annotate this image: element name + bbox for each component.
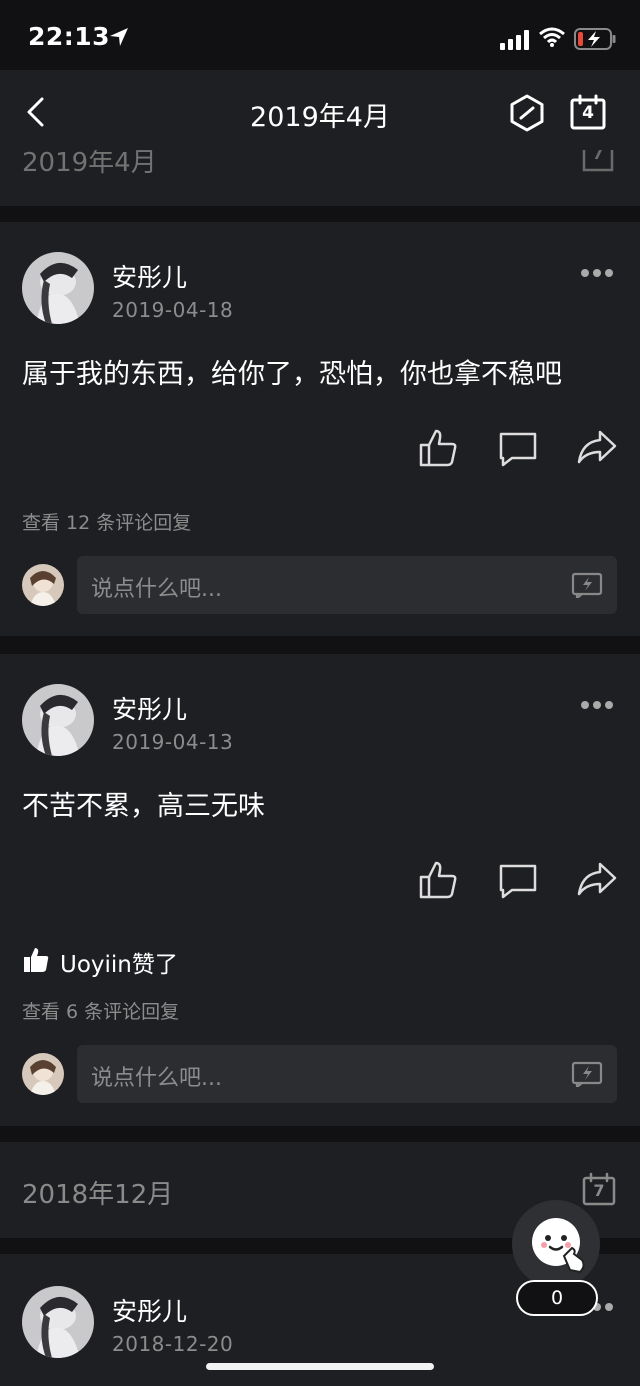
- post-card: 安彤儿 2019-04-13 不苦不累，高三无味 Uoyiin赞了 查看 6 条…: [0, 654, 640, 1126]
- like-icon[interactable]: [418, 428, 458, 468]
- wifi-icon: [539, 27, 565, 47]
- flash-comment-icon[interactable]: [571, 572, 603, 598]
- view-replies-link[interactable]: 查看 12 条评论回复: [22, 508, 191, 535]
- my-avatar: [22, 1053, 64, 1095]
- status-time: 22:13: [28, 22, 111, 51]
- battery-charging-icon: [574, 28, 616, 50]
- comment-placeholder: 说点什么吧...: [91, 577, 222, 602]
- avatar-image: [22, 684, 94, 756]
- calendar-day: 4: [582, 103, 594, 123]
- author-name[interactable]: 安彤儿: [112, 690, 187, 726]
- more-options-icon[interactable]: [580, 268, 614, 278]
- post-date: 2019-04-13: [112, 730, 234, 754]
- share-icon[interactable]: [576, 428, 618, 466]
- comment-input[interactable]: 说点什么吧...: [77, 556, 617, 614]
- comment-input[interactable]: 说点什么吧...: [77, 1045, 617, 1103]
- post-card: 安彤儿 2019-04-18 属于我的东西，给你了，恐怕，你也拿不稳吧 查看 1…: [0, 222, 640, 636]
- avatar-image: [22, 252, 94, 324]
- more-options-icon[interactable]: [580, 700, 614, 710]
- calendar-day: 7: [593, 1181, 605, 1200]
- liked-by-text[interactable]: Uoyiin赞了: [60, 945, 178, 979]
- post-content: 不苦不累，高三无味: [22, 791, 265, 822]
- cellular-signal-icon: [500, 30, 529, 50]
- flash-comment-icon[interactable]: [571, 1061, 603, 1087]
- month-section-header: 2019年4月 7: [0, 150, 640, 206]
- post-date: 2019-04-18: [112, 298, 234, 322]
- view-replies-link[interactable]: 查看 6 条评论回复: [22, 997, 179, 1024]
- month-label: 2018年12月: [22, 1180, 174, 1210]
- home-indicator[interactable]: [206, 1363, 434, 1370]
- like-icon[interactable]: [418, 860, 458, 900]
- floating-count-badge: 0: [516, 1280, 598, 1316]
- calendar-day: 7: [592, 150, 604, 163]
- mascot-icon: [532, 1218, 585, 1274]
- liked-thumb-icon: [24, 948, 49, 972]
- month-label: 2019年4月: [22, 150, 157, 178]
- share-icon[interactable]: [576, 860, 618, 898]
- comment-icon[interactable]: [498, 862, 538, 900]
- calendar-button[interactable]: 4: [570, 94, 606, 130]
- author-name[interactable]: 安彤儿: [112, 258, 187, 294]
- comment-icon[interactable]: [498, 430, 538, 468]
- hexagon-icon[interactable]: [508, 94, 546, 132]
- avatar[interactable]: [22, 252, 94, 324]
- post-content: 属于我的东西，给你了，恐怕，你也拿不稳吧: [22, 359, 562, 390]
- author-name[interactable]: 安彤儿: [112, 1292, 187, 1328]
- location-arrow-icon: [110, 28, 128, 46]
- avatar[interactable]: [22, 1286, 94, 1358]
- comment-placeholder: 说点什么吧...: [91, 1066, 222, 1091]
- floating-assistant-button[interactable]: [512, 1200, 600, 1288]
- avatar-image: [22, 1286, 94, 1358]
- month-calendar-button[interactable]: 7: [582, 150, 614, 172]
- my-avatar: [22, 564, 64, 606]
- post-date: 2018-12-20: [112, 1332, 234, 1356]
- avatar[interactable]: [22, 684, 94, 756]
